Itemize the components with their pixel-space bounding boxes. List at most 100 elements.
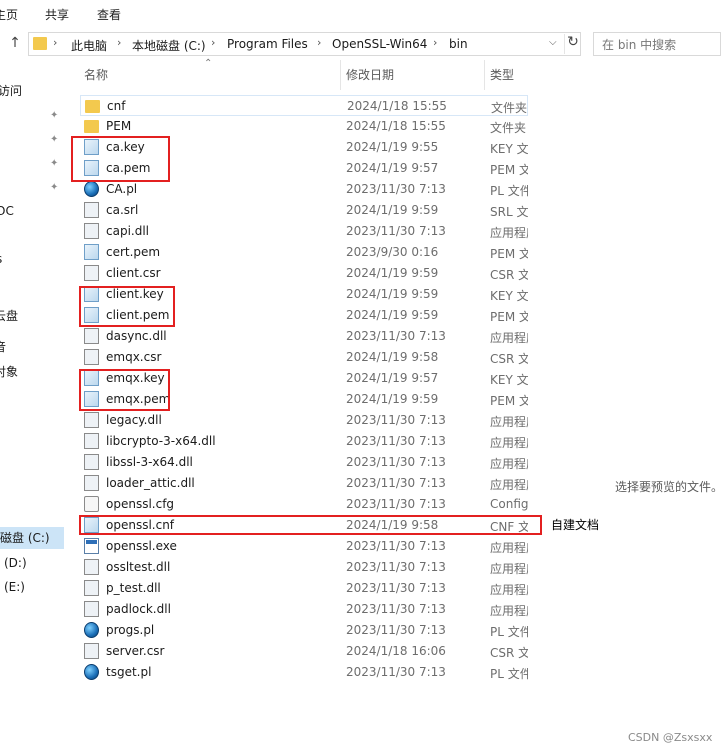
file-date: 2023/11/30 7:13: [346, 497, 446, 511]
file-date: 2024/1/19 9:59: [346, 392, 439, 406]
pin-icon[interactable]: ✦: [50, 183, 60, 193]
file-row[interactable]: ca.srl 2024/1/19 9:59 SRL 文件: [80, 200, 528, 221]
column-header-type[interactable]: 类型: [490, 60, 514, 90]
file-type: 应用程序扩展: [490, 226, 528, 240]
chevron-down-icon[interactable]: ⌵: [549, 37, 557, 48]
file-date: 2023/11/30 7:13: [346, 476, 446, 490]
file-name: cnf: [107, 99, 126, 113]
file-date: 2024/1/18 15:55: [347, 99, 447, 113]
nav-item-local-disk-c[interactable]: 磁盘 (C:): [0, 527, 64, 549]
file-row[interactable]: progs.pl 2023/11/30 7:13 PL 文件: [80, 620, 528, 641]
chevron-right-icon: ›: [53, 36, 58, 49]
chevron-right-icon: ›: [211, 36, 216, 49]
file-row[interactable]: dasync.dll 2023/11/30 7:13 应用程序扩展: [80, 326, 528, 347]
file-name: CA.pl: [106, 182, 138, 196]
breadcrumb-program-files[interactable]: Program Files: [227, 37, 308, 51]
search-input[interactable]: [600, 34, 721, 56]
file-date: 2023/11/30 7:13: [346, 560, 446, 574]
up-arrow-icon[interactable]: ↑: [6, 34, 24, 52]
breadcrumb-local-disk[interactable]: 本地磁盘 (C:): [132, 37, 206, 54]
nav-item-audio[interactable]: 音: [0, 338, 6, 355]
file-row[interactable]: ca.pem 2024/1/19 9:57 PEM 文件: [80, 158, 528, 179]
file-row[interactable]: libcrypto-3-x64.dll 2023/11/30 7:13 应用程序扩展: [80, 431, 528, 452]
column-header-name[interactable]: 名称: [84, 60, 108, 90]
file-type: PEM 文件: [490, 163, 528, 177]
file-row[interactable]: p_test.dll 2023/11/30 7:13 应用程序扩展: [80, 578, 528, 599]
chevron-right-icon: ›: [433, 36, 438, 49]
file-row[interactable]: padlock.dll 2023/11/30 7:13 应用程序扩展: [80, 599, 528, 620]
file-name: ca.pem: [106, 161, 151, 175]
file-name: padlock.dll: [106, 602, 171, 616]
folder-icon: [84, 120, 99, 133]
dll-file-icon: [84, 601, 99, 617]
file-name: emqx.csr: [106, 350, 162, 364]
file-row[interactable]: openssl.exe 2023/11/30 7:13 应用程序: [80, 536, 528, 557]
breadcrumb-openssl[interactable]: OpenSSL-Win64: [332, 37, 427, 51]
file-row[interactable]: PEM 2024/1/18 15:55 文件夹: [80, 116, 528, 137]
file-row[interactable]: loader_attic.dll 2023/11/30 7:13 应用程序扩展: [80, 473, 528, 494]
file-row[interactable]: legacy.dll 2023/11/30 7:13 应用程序扩展: [80, 410, 528, 431]
column-divider[interactable]: [484, 60, 485, 90]
file-row[interactable]: server.csr 2024/1/18 16:06 CSR 文件: [80, 641, 528, 662]
file-date: 2023/11/30 7:13: [346, 224, 446, 238]
address-row: ↑ › 此电脑 › 本地磁盘 (C:) › Program Files › Op…: [0, 30, 721, 58]
nav-item-drive-e[interactable]: (E:): [4, 580, 25, 594]
file-date: 2024/1/19 9:57: [346, 161, 439, 175]
file-type: KEY 文件: [490, 142, 528, 156]
nav-item-3d-objects[interactable]: 对象: [0, 363, 18, 380]
file-row[interactable]: ca.key 2024/1/19 9:55 KEY 文件: [80, 137, 528, 158]
pin-icon[interactable]: ✦: [50, 159, 60, 169]
file-row[interactable]: libssl-3-x64.dll 2023/11/30 7:13 应用程序扩展: [80, 452, 528, 473]
file-type: 应用程序扩展: [490, 562, 528, 576]
nav-item-drive-d[interactable]: (D:): [4, 556, 27, 570]
file-row[interactable]: ossltest.dll 2023/11/30 7:13 应用程序扩展: [80, 557, 528, 578]
file-type: CSR 文件: [490, 352, 528, 366]
file-name: emqx.key: [106, 371, 165, 385]
file-type: KEY 文件: [490, 289, 528, 303]
dll-file-icon: [84, 433, 99, 449]
file-row[interactable]: emqx.csr 2024/1/19 9:58 CSR 文件: [80, 347, 528, 368]
breadcrumb-bin[interactable]: bin: [449, 37, 468, 51]
file-row[interactable]: client.key 2024/1/19 9:59 KEY 文件: [80, 284, 528, 305]
perl-file-icon: [84, 664, 99, 680]
file-row[interactable]: capi.dll 2023/11/30 7:13 应用程序扩展: [80, 221, 528, 242]
file-date: 2023/11/30 7:13: [346, 602, 446, 616]
file-name: ca.key: [106, 140, 145, 154]
pin-icon[interactable]: ✦: [50, 111, 60, 121]
address-bar[interactable]: › 此电脑 › 本地磁盘 (C:) › Program Files › Open…: [28, 32, 581, 56]
file-name: client.csr: [106, 266, 161, 280]
nav-item-s[interactable]: s: [0, 252, 2, 266]
file-type: 应用程序扩展: [490, 583, 528, 597]
file-row[interactable]: client.csr 2024/1/19 9:59 CSR 文件: [80, 263, 528, 284]
pin-icon[interactable]: ✦: [50, 135, 60, 145]
file-row[interactable]: CA.pl 2023/11/30 7:13 PL 文件: [80, 179, 528, 200]
key-file-icon: [84, 244, 99, 260]
search-box[interactable]: [593, 32, 721, 56]
tab-home[interactable]: 主页: [0, 6, 18, 23]
file-row[interactable]: emqx.pem 2024/1/19 9:59 PEM 文件: [80, 389, 528, 410]
file-row[interactable]: openssl.cfg 2023/11/30 7:13 Configuration: [80, 494, 528, 515]
file-name: ca.srl: [106, 203, 139, 217]
dll-file-icon: [84, 580, 99, 596]
breadcrumb-this-pc[interactable]: 此电脑: [71, 37, 107, 54]
tab-share[interactable]: 共享: [45, 6, 69, 23]
key-file-icon: [84, 517, 99, 533]
file-row[interactable]: cnf 2024/1/18 15:55 文件夹: [80, 95, 528, 116]
file-row[interactable]: emqx.key 2024/1/19 9:57 KEY 文件: [80, 368, 528, 389]
file-name: emqx.pem: [106, 392, 171, 406]
preview-pane-text: 选择要预览的文件。: [615, 480, 721, 494]
file-type: 应用程序扩展: [490, 457, 528, 471]
file-row[interactable]: cert.pem 2023/9/30 0:16 PEM 文件: [80, 242, 528, 263]
file-name: capi.dll: [106, 224, 150, 238]
file-row[interactable]: tsget.pl 2023/11/30 7:13 PL 文件: [80, 662, 528, 683]
refresh-icon[interactable]: ↻: [564, 34, 581, 54]
file-row[interactable]: client.pem 2024/1/19 9:59 PEM 文件: [80, 305, 528, 326]
file-row[interactable]: openssl.cnf 2024/1/19 9:58 CNF 文件: [80, 515, 528, 536]
folder-icon: [85, 100, 100, 113]
column-header-date[interactable]: 修改日期: [346, 60, 394, 90]
column-divider[interactable]: [340, 60, 341, 90]
nav-item-doc[interactable]: OC: [0, 204, 14, 218]
nav-item-cloud-disk[interactable]: 云盘: [0, 307, 18, 324]
tab-view[interactable]: 查看: [97, 6, 121, 23]
nav-item-quick-access[interactable]: 访问: [0, 82, 22, 99]
